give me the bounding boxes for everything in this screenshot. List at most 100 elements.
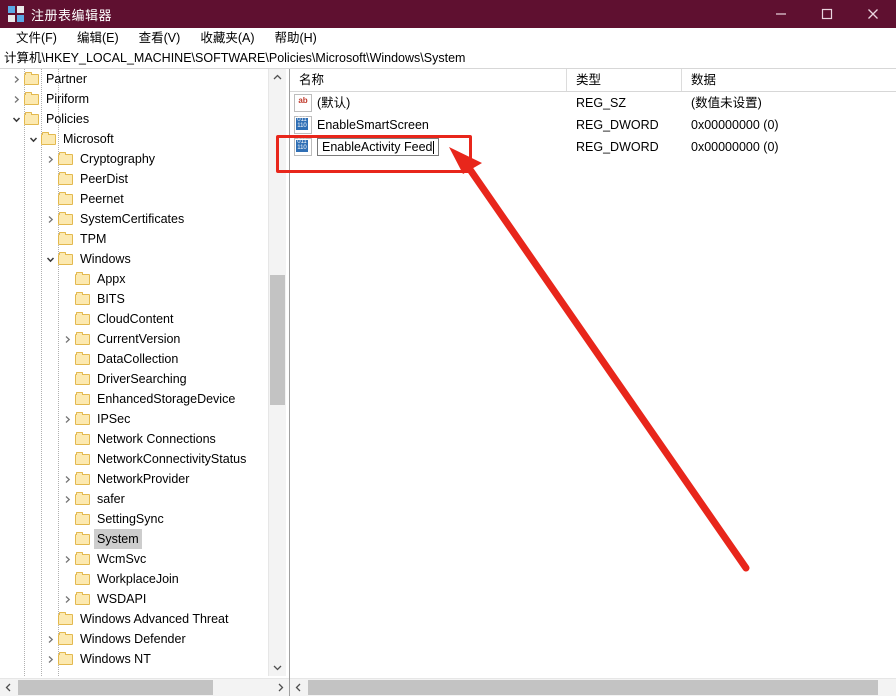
tree-item-tpm[interactable]: TPM (0, 229, 268, 249)
table-row[interactable]: EnableSmartScreen REG_DWORD 0x00000000 (0) (290, 114, 896, 136)
menu-file[interactable]: 文件(F) (6, 28, 67, 49)
tree-item-windows-advanced-threat[interactable]: Windows Advanced Threat (0, 609, 268, 629)
tree-item-driversearching[interactable]: DriverSearching (0, 369, 268, 389)
tree-item-piriform[interactable]: Piriform (0, 89, 268, 109)
chevron-right-icon[interactable] (59, 409, 75, 429)
registry-values-list: ab (默认) REG_SZ (数值未设置) EnableSmartScreen REG_… (290, 92, 896, 158)
tree-item-policies[interactable]: Policies (0, 109, 268, 129)
tree-item-label: IPSec (97, 412, 131, 426)
tree-item-label: Windows (80, 252, 131, 266)
tree-item-cryptography[interactable]: Cryptography (0, 149, 268, 169)
table-row[interactable]: ab (默认) REG_SZ (数值未设置) (290, 92, 896, 114)
chevron-right-icon[interactable] (42, 649, 58, 669)
tree-item-label: BITS (97, 292, 125, 306)
tree-item-safer[interactable]: safer (0, 489, 268, 509)
list-horizontal-scrollbar[interactable] (290, 678, 896, 696)
value-name-label: EnableSmartScreen (317, 118, 429, 132)
folder-icon (75, 392, 90, 405)
tree-vertical-scrollbar[interactable] (268, 69, 286, 676)
menu-help[interactable]: 帮助(H) (264, 28, 326, 49)
tree-item-peerdist[interactable]: PeerDist (0, 169, 268, 189)
tree-item-label: Cryptography (80, 152, 156, 166)
tree-item-currentversion[interactable]: CurrentVersion (0, 329, 268, 349)
tree-item-workplacejoin[interactable]: WorkplaceJoin (0, 569, 268, 589)
chevron-right-icon[interactable] (59, 549, 75, 569)
value-type-cell: REG_DWORD (576, 118, 659, 132)
chevron-right-icon[interactable] (8, 89, 24, 109)
tree-scroll-left-button[interactable] (0, 679, 17, 696)
chevron-right-icon[interactable] (42, 209, 58, 229)
close-button[interactable] (850, 0, 896, 28)
chevron-down-icon[interactable] (8, 109, 24, 129)
maximize-button[interactable] (804, 0, 850, 28)
tree-scroll-thumb[interactable] (270, 275, 285, 405)
value-name-cell[interactable]: EnableSmartScreen (290, 114, 567, 136)
registry-values-pane: 名称 类型 数据 ab (默认) REG_SZ (数值未设置) EnableSmartS… (290, 69, 896, 696)
value-data-cell: (数值未设置) (691, 96, 762, 110)
tree-item-datacollection[interactable]: DataCollection (0, 349, 268, 369)
column-header-data[interactable]: 数据 (682, 69, 896, 91)
window-controls (758, 0, 896, 28)
column-header-name[interactable]: 名称 (290, 69, 567, 91)
tree-item-wcmsvc[interactable]: WcmSvc (0, 549, 268, 569)
table-row[interactable]: EnableActivity Feed REG_DWORD 0x00000000 (… (290, 136, 896, 158)
registry-tree-pane: Partner Piriform Policies Microsoft Cryptogr… (0, 69, 290, 696)
registry-editor-window: 注册表编辑器 文件(F) 编辑(E) 查看(V) 收藏夹(A) 帮助(H) 计算… (0, 0, 896, 696)
tree-item-networkconnectivitystatus[interactable]: NetworkConnectivityStatus (0, 449, 268, 469)
tree-item-appx[interactable]: Appx (0, 269, 268, 289)
chevron-right-icon[interactable] (8, 69, 24, 89)
rename-edit-box[interactable]: EnableActivity Feed (317, 138, 439, 156)
tree-scroll-up-button[interactable] (269, 69, 286, 86)
tree-hscroll-thumb[interactable] (18, 680, 213, 695)
folder-icon (75, 552, 90, 565)
value-name-cell[interactable]: EnableActivity Feed (290, 136, 567, 158)
minimize-button[interactable] (758, 0, 804, 28)
value-name-cell[interactable]: ab (默认) (290, 92, 567, 114)
menu-favorites[interactable]: 收藏夹(A) (190, 28, 264, 49)
tree-scroll-down-button[interactable] (269, 659, 286, 676)
folder-icon (58, 652, 73, 665)
menu-edit[interactable]: 编辑(E) (67, 28, 129, 49)
chevron-right-icon[interactable] (59, 329, 75, 349)
tree-item-system[interactable]: System (0, 529, 268, 549)
tree-scrollport: Partner Piriform Policies Microsoft Cryptogr… (0, 69, 268, 676)
tree-item-settingsync[interactable]: SettingSync (0, 509, 268, 529)
tree-item-windows[interactable]: Windows (0, 249, 268, 269)
tree-item-peernet[interactable]: Peernet (0, 189, 268, 209)
tree-scroll-right-button[interactable] (272, 679, 289, 696)
tree-item-systemcertificates[interactable]: SystemCertificates (0, 209, 268, 229)
text-caret (433, 140, 435, 154)
reg-sz-icon: ab (294, 94, 312, 112)
menu-view[interactable]: 查看(V) (129, 28, 191, 49)
list-scroll-left-button[interactable] (290, 679, 307, 696)
tree-item-partner[interactable]: Partner (0, 69, 268, 89)
tree-item-windows-nt[interactable]: Windows NT (0, 649, 268, 669)
chevron-right-icon[interactable] (42, 149, 58, 169)
chevron-right-icon[interactable] (59, 469, 75, 489)
tree-item-bits[interactable]: BITS (0, 289, 268, 309)
tree-item-wsdapi[interactable]: WSDAPI (0, 589, 268, 609)
folder-icon (75, 592, 90, 605)
list-hscroll-thumb[interactable] (308, 680, 878, 695)
tree-item-enhancedstoragedevice[interactable]: EnhancedStorageDevice (0, 389, 268, 409)
address-bar[interactable]: 计算机\HKEY_LOCAL_MACHINE\SOFTWARE\Policies… (0, 49, 896, 69)
tree-item-label: Windows NT (80, 652, 151, 666)
chevron-down-icon[interactable] (25, 129, 41, 149)
tree-item-ipsec[interactable]: IPSec (0, 409, 268, 429)
tree-item-network-connections[interactable]: Network Connections (0, 429, 268, 449)
tree-item-windows-defender[interactable]: Windows Defender (0, 629, 268, 649)
chevron-right-icon[interactable] (42, 629, 58, 649)
tree-item-networkprovider[interactable]: NetworkProvider (0, 469, 268, 489)
column-header-type[interactable]: 类型 (567, 69, 682, 91)
folder-icon (75, 352, 90, 365)
tree-item-microsoft[interactable]: Microsoft (0, 129, 268, 149)
chevron-down-icon[interactable] (42, 249, 58, 269)
tree-item-cloudcontent[interactable]: CloudContent (0, 309, 268, 329)
chevron-right-icon[interactable] (59, 489, 75, 509)
tree-horizontal-scrollbar[interactable] (0, 678, 289, 696)
folder-icon (75, 572, 90, 585)
tree-item-label: DataCollection (97, 352, 179, 366)
chevron-right-icon[interactable] (59, 589, 75, 609)
